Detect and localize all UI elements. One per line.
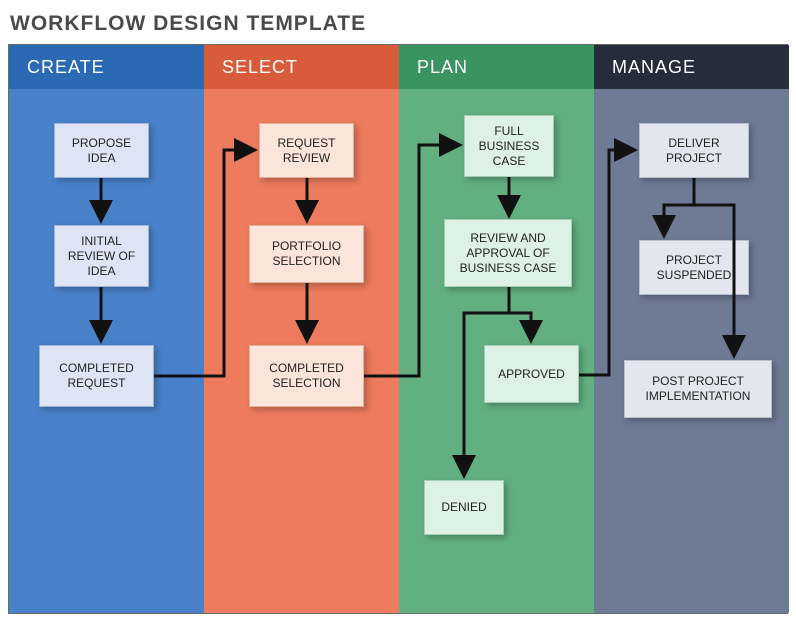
box-review-business-case: REVIEW AND APPROVAL OF BUSINESS CASE [444,219,572,287]
box-completed-selection: COMPLETED SELECTION [249,345,364,407]
box-project-suspended: PROJECT SUSPENDED [639,240,749,295]
page-title: WORKFLOW DESIGN TEMPLATE [8,8,788,44]
box-propose-idea: PROPOSE IDEA [54,123,149,178]
column-head-select: SELECT [204,45,399,89]
column-head-manage: MANAGE [594,45,789,89]
column-head-create: CREATE [9,45,204,89]
column-head-plan: PLAN [399,45,594,89]
box-post-project: POST PROJECT IMPLEMENTATION [624,360,772,418]
box-initial-review: INITIAL REVIEW OF IDEA [54,225,149,287]
workflow-canvas: CREATE SELECT PLAN MANAGE PROPOSE IDEA I… [8,44,788,614]
box-full-business-case: FULL BUSINESS CASE [464,115,554,177]
box-request-review: REQUEST REVIEW [259,123,354,178]
box-denied: DENIED [424,480,504,535]
box-approved: APPROVED [484,345,579,403]
box-completed-request: COMPLETED REQUEST [39,345,154,407]
box-portfolio-selection: PORTFOLIO SELECTION [249,225,364,283]
box-deliver-project: DELIVER PROJECT [639,123,749,178]
